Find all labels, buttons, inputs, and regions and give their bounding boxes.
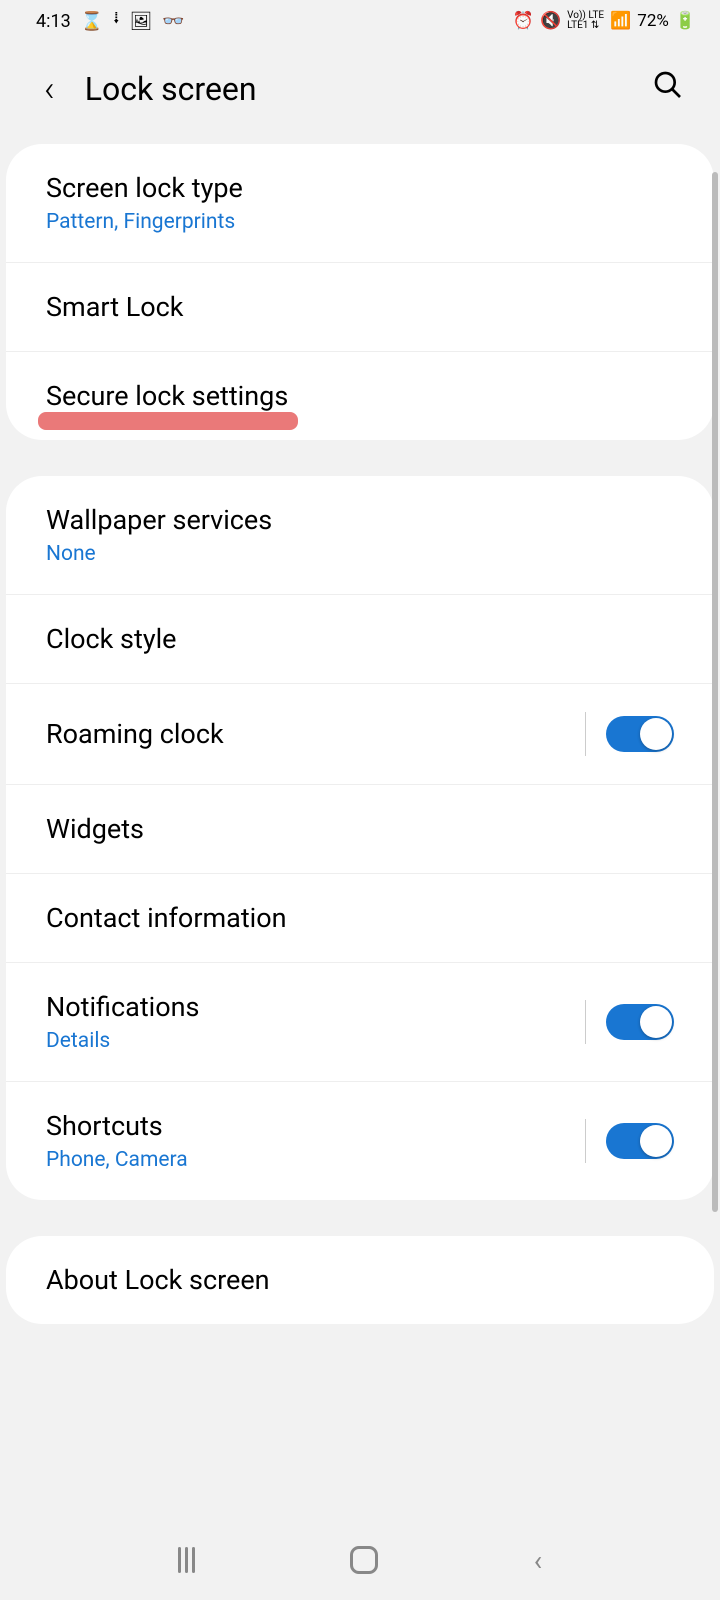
switch-divider: [585, 712, 586, 756]
setting-contact-information[interactable]: Contact information: [6, 874, 714, 963]
status-bar: 4:13 ⌛ ⭭ 🖼 👓 ⏰ 🔇 Vo)) LTELTE1 ⇅ 📶 72% 🔋: [0, 0, 720, 42]
setting-about-lock-screen[interactable]: About Lock screen: [6, 1236, 714, 1324]
mute-icon: 🔇: [540, 11, 561, 31]
recent-apps-icon[interactable]: [178, 1547, 195, 1573]
setting-title: Contact information: [46, 902, 287, 934]
setting-secure-lock-settings[interactable]: Secure lock settings: [6, 352, 714, 440]
settings-card-1: Screen lock type Pattern, Fingerprints S…: [6, 144, 714, 440]
settings-card-2: Wallpaper services None Clock style Roam…: [6, 476, 714, 1200]
setting-subtitle: Phone, Camera: [46, 1148, 188, 1172]
hourglass-icon: ⌛: [81, 11, 103, 32]
shortcuts-toggle[interactable]: [606, 1123, 674, 1159]
setting-widgets[interactable]: Widgets: [6, 785, 714, 874]
setting-title: Widgets: [46, 813, 144, 845]
scrollbar[interactable]: [712, 172, 718, 1212]
download-icon: ⭭: [113, 6, 119, 36]
page-title: Lock screen: [85, 70, 622, 108]
setting-title: Wallpaper services: [46, 504, 272, 536]
navigation-bar: ‹: [0, 1520, 720, 1600]
switch-divider: [585, 1119, 586, 1163]
setting-title: Screen lock type: [46, 172, 243, 204]
app-header: ‹ Lock screen: [0, 42, 720, 136]
switch-divider: [585, 1000, 586, 1044]
setting-subtitle: Pattern, Fingerprints: [46, 210, 243, 234]
roaming-clock-toggle[interactable]: [606, 716, 674, 752]
setting-clock-style[interactable]: Clock style: [6, 595, 714, 684]
setting-title: Smart Lock: [46, 291, 184, 323]
setting-title: Secure lock settings: [46, 380, 288, 412]
setting-screen-lock-type[interactable]: Screen lock type Pattern, Fingerprints: [6, 144, 714, 263]
setting-shortcuts[interactable]: Shortcuts Phone, Camera: [6, 1082, 714, 1200]
home-icon[interactable]: [350, 1546, 378, 1574]
status-right: ⏰ 🔇 Vo)) LTELTE1 ⇅ 📶 72% 🔋: [513, 11, 696, 31]
settings-card-3: About Lock screen: [6, 1236, 714, 1324]
setting-notifications[interactable]: Notifications Details: [6, 963, 714, 1082]
back-icon[interactable]: ‹: [44, 68, 55, 110]
notifications-toggle[interactable]: [606, 1004, 674, 1040]
setting-title: Notifications: [46, 991, 199, 1023]
incognito-icon: 👓: [162, 11, 184, 32]
signal-icon: 📶: [610, 11, 631, 31]
setting-wallpaper-services[interactable]: Wallpaper services None: [6, 476, 714, 595]
setting-subtitle: Details: [46, 1029, 199, 1053]
setting-title: Clock style: [46, 623, 176, 655]
picture-icon: 🖼: [129, 11, 152, 32]
annotation-highlight: [38, 412, 298, 430]
alarm-icon: ⏰: [513, 11, 534, 31]
setting-smart-lock[interactable]: Smart Lock: [6, 263, 714, 352]
search-icon[interactable]: [652, 69, 684, 109]
volte-icon: Vo)) LTELTE1 ⇅: [567, 11, 604, 31]
setting-title: Shortcuts: [46, 1110, 188, 1142]
setting-roaming-clock[interactable]: Roaming clock: [6, 684, 714, 785]
setting-title: About Lock screen: [46, 1264, 270, 1296]
setting-subtitle: None: [46, 542, 272, 566]
battery-icon: 🔋: [675, 11, 696, 31]
status-time: 4:13: [36, 11, 71, 32]
status-left: 4:13 ⌛ ⭭ 🖼 👓: [36, 6, 185, 36]
battery-percent: 72%: [637, 11, 669, 31]
nav-back-icon[interactable]: ‹: [534, 1544, 542, 1577]
setting-title: Roaming clock: [46, 718, 224, 750]
